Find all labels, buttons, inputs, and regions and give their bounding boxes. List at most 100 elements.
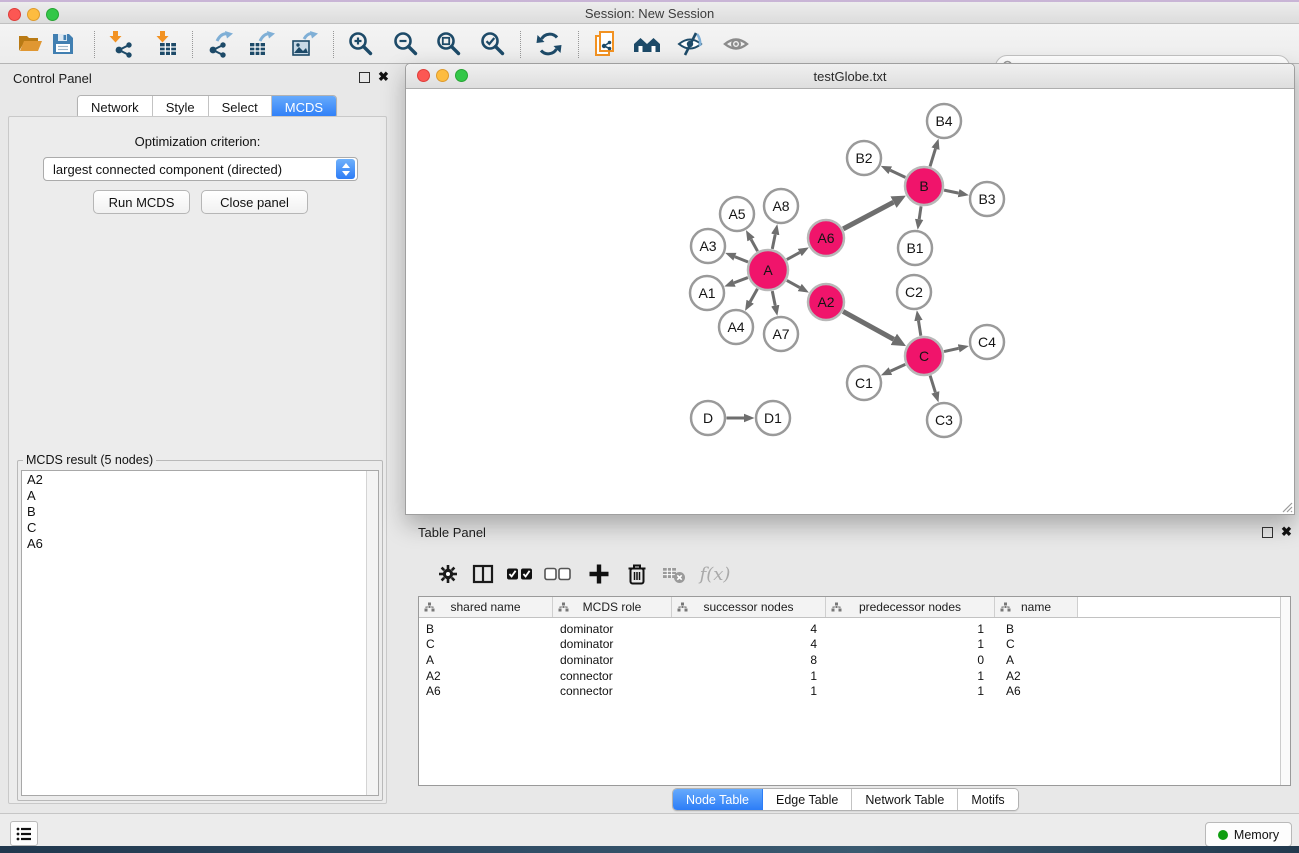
table-cell[interactable]: dominator: [553, 637, 672, 651]
close-panel-button[interactable]: Close panel: [201, 190, 308, 214]
graph-node-C1[interactable]: C1: [847, 366, 881, 400]
table-cell[interactable]: connector: [553, 669, 672, 683]
refresh-button[interactable]: [534, 29, 564, 59]
float-panel-button[interactable]: [1262, 527, 1273, 538]
tab-select[interactable]: Select: [209, 96, 272, 118]
edge-A6-B[interactable]: [843, 202, 893, 229]
edge-A-A4[interactable]: [750, 289, 757, 302]
show-graphics-details-button[interactable]: [721, 29, 751, 59]
close-panel-button[interactable]: ✖: [378, 69, 389, 85]
table-cell[interactable]: C: [995, 637, 1078, 651]
zoom-out-button[interactable]: [391, 29, 421, 59]
network-canvas[interactable]: B4B2BB3A8A5A6B1A3AA1C2A2A4A7C4CC1C3DD1: [406, 89, 1294, 514]
zoom-selected-button[interactable]: [478, 29, 508, 59]
network-graph[interactable]: B4B2BB3A8A5A6B1A3AA1C2A2A4A7C4CC1C3DD1: [406, 89, 1294, 514]
edge-C-C4[interactable]: [944, 348, 959, 351]
column-header-successor-nodes[interactable]: successor nodes: [672, 597, 826, 617]
table-cell[interactable]: B: [419, 622, 553, 636]
edge-B-B1[interactable]: [919, 206, 921, 219]
table-cell[interactable]: 1: [826, 669, 995, 683]
export-network-button[interactable]: [204, 29, 234, 59]
table-cell[interactable]: A6: [995, 684, 1078, 698]
edge-A-A5[interactable]: [751, 239, 758, 251]
open-session-button[interactable]: [15, 29, 45, 59]
table-cell[interactable]: C: [419, 637, 553, 651]
select-all-button[interactable]: [505, 561, 535, 587]
delete-column-button[interactable]: [624, 561, 650, 587]
edge-A-A7[interactable]: [772, 291, 775, 306]
table-cell[interactable]: 1: [826, 622, 995, 636]
graph-node-D1[interactable]: D1: [756, 401, 790, 435]
graph-node-B3[interactable]: B3: [970, 182, 1004, 216]
mcds-result-item[interactable]: A2: [23, 472, 364, 488]
memory-button[interactable]: Memory: [1205, 822, 1292, 847]
two-houses-button[interactable]: [632, 29, 662, 59]
table-settings-button[interactable]: [435, 561, 461, 587]
import-network-button[interactable]: [106, 29, 136, 59]
tab-style[interactable]: Style: [153, 96, 209, 118]
column-header-shared-name[interactable]: shared name: [419, 597, 553, 617]
table-cell[interactable]: 1: [672, 669, 826, 683]
table-cell[interactable]: 0: [826, 653, 995, 667]
function-builder-button[interactable]: f(x): [698, 561, 732, 587]
graph-node-C4[interactable]: C4: [970, 325, 1004, 359]
tab-motifs[interactable]: Motifs: [958, 789, 1017, 810]
graph-node-A6[interactable]: A6: [808, 220, 844, 256]
table-scrollbar[interactable]: [1280, 597, 1290, 785]
resize-grip-icon[interactable]: [1281, 501, 1293, 513]
graph-node-B4[interactable]: B4: [927, 104, 961, 138]
table-row[interactable]: Cdominator41C: [419, 637, 1290, 653]
column-header-predecessor-nodes[interactable]: predecessor nodes: [826, 597, 995, 617]
export-table-button[interactable]: [246, 29, 276, 59]
zoom-fit-button[interactable]: [434, 29, 464, 59]
table-row[interactable]: A6connector11A6: [419, 683, 1290, 699]
edge-B-B3[interactable]: [944, 190, 959, 193]
graph-node-A8[interactable]: A8: [764, 189, 798, 223]
show-columns-button[interactable]: [470, 561, 496, 587]
edge-C-C2[interactable]: [918, 321, 920, 336]
table-row[interactable]: Adominator80A: [419, 652, 1290, 668]
table-cell[interactable]: A: [995, 653, 1078, 667]
graph-node-D[interactable]: D: [691, 401, 725, 435]
edge-A-A1[interactable]: [734, 278, 748, 283]
graph-node-B[interactable]: B: [905, 167, 943, 205]
table-cell[interactable]: dominator: [553, 653, 672, 667]
graph-node-B1[interactable]: B1: [898, 231, 932, 265]
close-panel-button[interactable]: ✖: [1281, 524, 1292, 540]
float-panel-button[interactable]: [359, 72, 370, 83]
edge-B-B4[interactable]: [930, 149, 935, 167]
task-history-button[interactable]: [10, 821, 38, 846]
column-header-name[interactable]: name: [995, 597, 1078, 617]
table-cell[interactable]: connector: [553, 684, 672, 698]
tab-edge-table[interactable]: Edge Table: [763, 789, 852, 810]
edge-B-B2[interactable]: [890, 170, 905, 177]
table-row[interactable]: Bdominator41B: [419, 621, 1290, 637]
table-row[interactable]: A2connector11A2: [419, 668, 1290, 684]
edge-A-A8[interactable]: [772, 234, 775, 249]
edge-A2-C[interactable]: [843, 311, 894, 339]
import-table-button[interactable]: [151, 29, 181, 59]
edge-C-C3[interactable]: [930, 376, 935, 393]
zoom-in-button[interactable]: [346, 29, 376, 59]
table-cell[interactable]: A6: [419, 684, 553, 698]
tab-network[interactable]: Network: [78, 96, 153, 118]
delete-table-button[interactable]: [661, 561, 687, 587]
mcds-result-item[interactable]: A: [23, 488, 364, 504]
run-mcds-button[interactable]: Run MCDS: [93, 190, 190, 214]
edge-A-A6[interactable]: [787, 252, 800, 259]
deselect-all-button[interactable]: [543, 561, 573, 587]
table-cell[interactable]: 1: [826, 684, 995, 698]
table-cell[interactable]: 4: [672, 637, 826, 651]
graph-node-C3[interactable]: C3: [927, 403, 961, 437]
tab-network-table[interactable]: Network Table: [852, 789, 958, 810]
new-network-from-selection-button[interactable]: [590, 29, 620, 59]
mcds-result-scrollbar[interactable]: [366, 471, 378, 795]
tab-mcds[interactable]: MCDS: [272, 96, 336, 118]
graph-node-A7[interactable]: A7: [764, 317, 798, 351]
save-session-button[interactable]: [48, 29, 78, 59]
column-header-MCDS-role[interactable]: MCDS role: [553, 597, 672, 617]
edge-A-A2[interactable]: [787, 280, 800, 287]
table-cell[interactable]: 4: [672, 622, 826, 636]
table-cell[interactable]: A2: [419, 669, 553, 683]
edge-C-C1[interactable]: [890, 364, 905, 371]
